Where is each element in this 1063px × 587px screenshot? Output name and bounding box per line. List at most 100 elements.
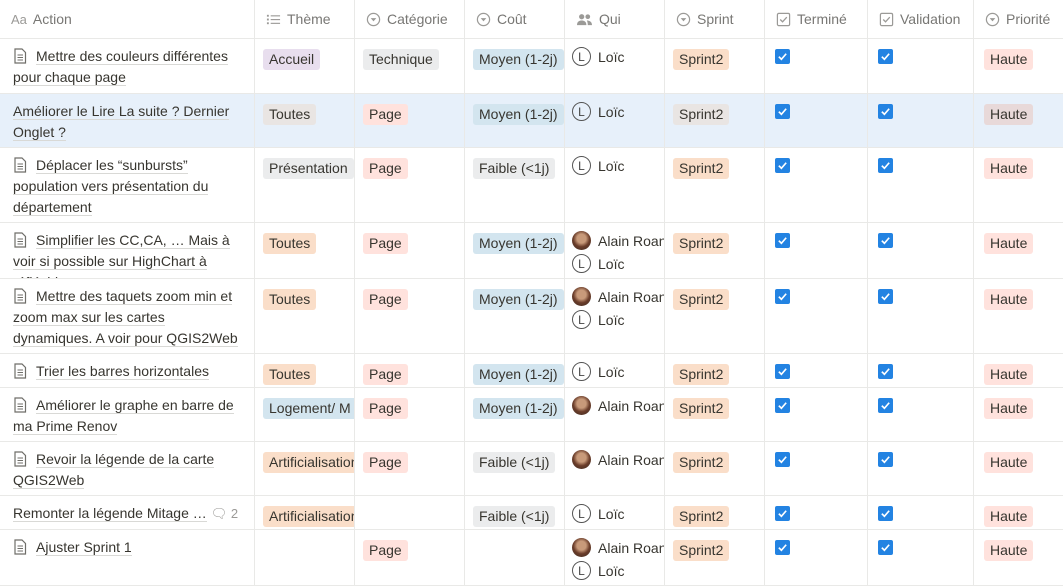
cout-cell[interactable]: Faible (<1j) xyxy=(465,442,565,495)
action-cell[interactable]: Revoir la légende de la carte QGIS2Web xyxy=(0,442,255,495)
comment-count[interactable]: 🗨 2 xyxy=(211,506,238,521)
qui-cell[interactable]: L Loïc xyxy=(565,39,665,93)
theme-cell[interactable]: Artificialisation xyxy=(255,496,355,529)
priorite-tag[interactable]: Haute xyxy=(984,452,1034,473)
categorie-tag[interactable]: Page xyxy=(363,233,408,254)
cout-tag[interactable]: Moyen (1-2j) xyxy=(473,364,564,385)
cout-cell[interactable]: Moyen (1-2j) xyxy=(465,388,565,441)
validation-checkbox[interactable] xyxy=(878,289,893,304)
qui-cell[interactable]: Alain Roan L Loïc xyxy=(565,223,665,278)
column-header-0[interactable]: Aa Action xyxy=(0,0,255,38)
priorite-tag[interactable]: Haute xyxy=(984,506,1034,527)
qui-cell[interactable]: Alain Roan L Loïc xyxy=(565,530,665,585)
qui-cell[interactable]: L Loïc xyxy=(565,496,665,529)
action-title[interactable]: Améliorer le Lire La suite ? Dernier Ong… xyxy=(13,103,230,141)
qui-cell[interactable]: L Loïc xyxy=(565,354,665,387)
action-cell[interactable]: Déplacer les “sunbursts” population vers… xyxy=(0,148,255,222)
column-header-7[interactable]: Validation xyxy=(868,0,974,38)
theme-cell[interactable]: Artificialisation xyxy=(255,442,355,495)
priorite-tag[interactable]: Haute xyxy=(984,398,1034,419)
table-row[interactable]: Ajuster Sprint 1 Page Alain Roan L Loïc Sprin… xyxy=(0,530,1063,586)
sprint-tag[interactable]: Sprint2 xyxy=(673,540,730,561)
theme-cell[interactable]: Toutes xyxy=(255,94,355,147)
person-chip[interactable]: Alain Roan xyxy=(572,394,664,417)
priorite-tag[interactable]: Haute xyxy=(984,233,1034,254)
theme-tag[interactable]: Artificialisation xyxy=(263,452,354,473)
validation-checkbox[interactable] xyxy=(878,104,893,119)
column-header-8[interactable]: Priorité xyxy=(974,0,1063,38)
person-chip[interactable]: L Loïc xyxy=(572,100,656,123)
person-chip[interactable]: L Loïc xyxy=(572,252,656,275)
sprint-cell[interactable]: Sprint2 xyxy=(665,530,765,585)
validation-checkbox[interactable] xyxy=(878,506,893,521)
termine-checkbox[interactable] xyxy=(775,364,790,379)
categorie-cell[interactable]: Page xyxy=(355,279,465,353)
validation-checkbox[interactable] xyxy=(878,233,893,248)
qui-cell[interactable]: Alain Roan xyxy=(565,388,665,441)
column-header-6[interactable]: Terminé xyxy=(765,0,868,38)
priorite-tag[interactable]: Haute xyxy=(984,289,1034,310)
categorie-cell[interactable]: Page xyxy=(355,530,465,585)
action-title[interactable]: Simplifier les CC,CA, … Mais à voir si p… xyxy=(13,232,230,278)
person-chip[interactable]: L Loïc xyxy=(572,360,656,383)
priorite-cell[interactable]: Haute xyxy=(974,530,1063,585)
sprint-tag[interactable]: Sprint2 xyxy=(673,452,730,473)
column-header-3[interactable]: Coût xyxy=(465,0,565,38)
categorie-tag[interactable]: Page xyxy=(363,452,408,473)
priorite-cell[interactable]: Haute xyxy=(974,354,1063,387)
categorie-tag[interactable]: Page xyxy=(363,104,408,125)
theme-tag[interactable]: Artificialisation xyxy=(263,506,354,527)
theme-tag[interactable]: Toutes xyxy=(263,104,317,125)
sprint-cell[interactable]: Sprint2 xyxy=(665,279,765,353)
priorite-tag[interactable]: Haute xyxy=(984,364,1034,385)
theme-cell[interactable]: Présentation xyxy=(255,148,355,222)
sprint-cell[interactable]: Sprint2 xyxy=(665,496,765,529)
person-chip[interactable]: Alain Roan xyxy=(572,448,664,471)
sprint-cell[interactable]: Sprint2 xyxy=(665,442,765,495)
cout-cell[interactable]: Moyen (1-2j) xyxy=(465,354,565,387)
priorite-cell[interactable]: Haute xyxy=(974,94,1063,147)
cout-tag[interactable]: Moyen (1-2j) xyxy=(473,49,564,70)
sprint-tag[interactable]: Sprint2 xyxy=(673,49,730,70)
theme-cell[interactable] xyxy=(255,530,355,585)
action-cell[interactable]: Simplifier les CC,CA, … Mais à voir si p… xyxy=(0,223,255,278)
column-header-2[interactable]: Catégorie xyxy=(355,0,465,38)
action-cell[interactable]: Mettre des taquets zoom min et zoom max … xyxy=(0,279,255,353)
sprint-tag[interactable]: Sprint2 xyxy=(673,233,730,254)
categorie-cell[interactable]: Page xyxy=(355,442,465,495)
cout-cell[interactable]: Faible (<1j) xyxy=(465,148,565,222)
column-header-4[interactable]: Qui xyxy=(565,0,665,38)
priorite-tag[interactable]: Haute xyxy=(984,104,1034,125)
sprint-tag[interactable]: Sprint2 xyxy=(673,104,730,125)
priorite-tag[interactable]: Haute xyxy=(984,49,1034,70)
theme-cell[interactable]: Toutes xyxy=(255,354,355,387)
table-row[interactable]: Trier les barres horizontales Toutes Page M… xyxy=(0,354,1063,388)
priorite-cell[interactable]: Haute xyxy=(974,279,1063,353)
validation-checkbox[interactable] xyxy=(878,364,893,379)
sprint-cell[interactable]: Sprint2 xyxy=(665,388,765,441)
sprint-cell[interactable]: Sprint2 xyxy=(665,39,765,93)
table-row[interactable]: Améliorer le graphe en barre de ma Prime… xyxy=(0,388,1063,442)
cout-tag[interactable]: Faible (<1j) xyxy=(473,158,556,179)
action-cell[interactable]: Améliorer le graphe en barre de ma Prime… xyxy=(0,388,255,441)
sprint-tag[interactable]: Sprint2 xyxy=(673,398,730,419)
sprint-cell[interactable]: Sprint2 xyxy=(665,94,765,147)
termine-checkbox[interactable] xyxy=(775,540,790,555)
person-chip[interactable]: Alain Roan xyxy=(572,536,664,559)
categorie-cell[interactable] xyxy=(355,496,465,529)
theme-cell[interactable]: Toutes xyxy=(255,223,355,278)
action-title[interactable]: Mettre des taquets zoom min et zoom max … xyxy=(13,288,238,347)
action-title[interactable]: Revoir la légende de la carte QGIS2Web xyxy=(13,451,215,489)
action-cell[interactable]: Trier les barres horizontales xyxy=(0,354,255,387)
priorite-cell[interactable]: Haute xyxy=(974,39,1063,93)
action-title[interactable]: Déplacer les “sunbursts” population vers… xyxy=(13,157,209,216)
validation-checkbox[interactable] xyxy=(878,49,893,64)
validation-checkbox[interactable] xyxy=(878,540,893,555)
theme-tag[interactable]: Accueil xyxy=(263,49,321,70)
qui-cell[interactable]: L Loïc xyxy=(565,94,665,147)
categorie-cell[interactable]: Page xyxy=(355,354,465,387)
theme-cell[interactable]: Toutes xyxy=(255,279,355,353)
action-cell[interactable]: Ajuster Sprint 1 xyxy=(0,530,255,585)
categorie-tag[interactable]: Technique xyxy=(363,49,439,70)
person-chip[interactable]: L Loïc xyxy=(572,154,656,177)
